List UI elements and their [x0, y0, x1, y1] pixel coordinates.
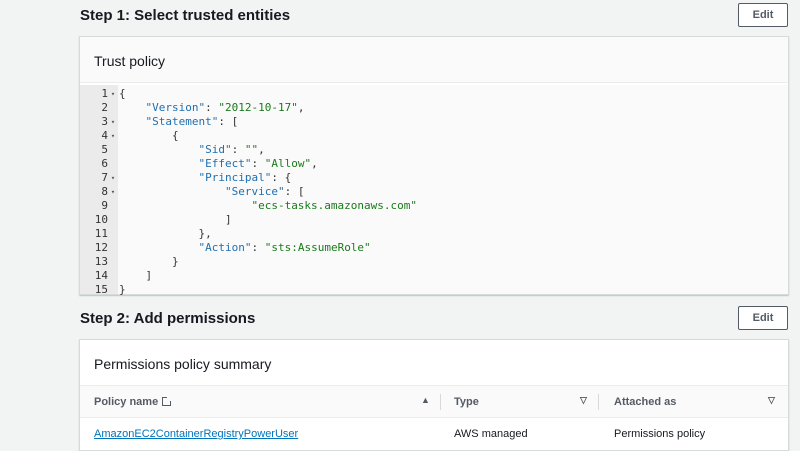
- line-number: 6: [101, 157, 108, 170]
- line-number: 10: [94, 213, 108, 226]
- json-key: "Principal": [198, 171, 272, 184]
- json-punctuation: : [: [218, 115, 239, 128]
- code-text: "Sid": "",: [119, 143, 265, 157]
- step2-edit-button[interactable]: Edit: [738, 306, 788, 330]
- step2-title: Step 2: Add permissions: [80, 310, 256, 327]
- policy-name-link[interactable]: AmazonEC2ContainerRegistryPowerUser: [94, 428, 298, 440]
- table-row: AmazonEC2ContainerRegistryPowerUser AWS …: [80, 419, 788, 449]
- trust-policy-card: Trust policy 1 ▾{2 "Version": "2012-10-17…: [79, 36, 789, 297]
- column-type[interactable]: Type: [454, 396, 479, 408]
- permissions-summary-header: Permissions policy summary: [80, 340, 788, 386]
- code-text: "Effect": "Allow",: [119, 157, 318, 171]
- json-key: "Sid": [198, 143, 232, 156]
- json-key: "Service": [224, 185, 285, 198]
- line-number: 12: [94, 241, 108, 254]
- line-number: 4: [101, 129, 108, 142]
- json-punctuation: [119, 143, 198, 156]
- line-number: 3: [101, 115, 108, 128]
- fold-caret-icon[interactable]: ▾: [108, 185, 118, 199]
- column-divider: [440, 394, 441, 410]
- json-key: "Statement": [145, 115, 219, 128]
- code-text: "Statement": [: [119, 115, 239, 129]
- json-string: "2012-10-17": [218, 101, 298, 114]
- json-punctuation: [119, 171, 198, 184]
- json-punctuation: {: [119, 129, 179, 142]
- json-punctuation: {: [119, 87, 126, 100]
- code-text: "ecs-tasks.amazonaws.com": [119, 199, 417, 213]
- json-punctuation: }: [119, 255, 179, 268]
- code-text: "Service": [: [119, 185, 304, 199]
- json-punctuation: }: [119, 283, 126, 296]
- json-punctuation: ,: [258, 143, 265, 156]
- json-punctuation: : {: [271, 171, 292, 184]
- sort-up-icon[interactable]: ▲: [421, 395, 430, 405]
- line-number: 5: [101, 143, 108, 156]
- line-number: 7: [101, 171, 108, 184]
- sort-down-icon[interactable]: ▽: [768, 395, 775, 406]
- json-punctuation: ,: [311, 157, 318, 170]
- json-punctuation: [119, 157, 198, 170]
- column-policy-name[interactable]: Policy name: [94, 396, 173, 408]
- permissions-table-header: Policy name ▲ Type ▽ Attached as ▽: [80, 386, 788, 418]
- json-punctuation: : [: [284, 185, 305, 198]
- column-divider: [598, 394, 599, 410]
- json-key: "Action": [198, 241, 252, 254]
- fold-caret-icon[interactable]: ▾: [108, 87, 118, 101]
- json-punctuation: :: [251, 157, 265, 170]
- json-punctuation: [119, 101, 146, 114]
- code-text: "Version": "2012-10-17",: [119, 101, 305, 115]
- trust-policy-editor[interactable]: 1 ▾{2 "Version": "2012-10-17", 3 ▾ "Stateme…: [80, 85, 788, 297]
- json-punctuation: :: [231, 143, 245, 156]
- json-string: "ecs-tasks.amazonaws.com": [251, 199, 418, 212]
- code-text: },: [119, 227, 212, 241]
- step1-title: Step 1: Select trusted entities: [80, 7, 291, 24]
- json-punctuation: ]: [119, 269, 153, 282]
- json-punctuation: [119, 241, 198, 254]
- code-text: ]: [119, 269, 152, 283]
- json-key: "Effect": [198, 157, 252, 170]
- code-text: {: [119, 87, 126, 101]
- json-punctuation: [119, 115, 146, 128]
- json-punctuation: :: [205, 101, 219, 114]
- trust-policy-header: Trust policy: [80, 37, 788, 83]
- json-punctuation: ]: [119, 213, 232, 226]
- column-attached-as[interactable]: Attached as: [614, 396, 676, 408]
- permissions-summary-card: Permissions policy summary Policy name ▲…: [79, 339, 789, 451]
- policy-type: AWS managed: [454, 428, 528, 440]
- line-number: 15: [94, 283, 108, 296]
- code-text: ]: [119, 213, 232, 227]
- fold-caret-icon[interactable]: ▾: [108, 115, 118, 129]
- code-text: {: [119, 129, 179, 143]
- json-punctuation: },: [119, 227, 212, 240]
- json-string: "Allow": [264, 157, 312, 170]
- json-punctuation: [119, 185, 225, 198]
- code-text: "Principal": {: [119, 171, 291, 185]
- json-key: "Version": [145, 101, 206, 114]
- code-text: }: [119, 255, 179, 269]
- column-policy-name-label: Policy name: [94, 396, 159, 408]
- code-text: }: [119, 283, 126, 297]
- line-number: 11: [94, 227, 108, 240]
- json-punctuation: :: [251, 241, 265, 254]
- line-number: 1: [101, 87, 108, 100]
- line-number: 13: [94, 255, 108, 268]
- step1-edit-button[interactable]: Edit: [738, 3, 788, 27]
- line-number: 14: [94, 269, 108, 282]
- line-number: 9: [101, 199, 108, 212]
- line-number: 8: [101, 185, 108, 198]
- json-punctuation: [119, 199, 251, 212]
- fold-caret-icon[interactable]: ▾: [108, 171, 118, 185]
- json-string: "sts:AssumeRole": [264, 241, 371, 254]
- json-string: "": [244, 143, 259, 156]
- policy-attached-as: Permissions policy: [614, 428, 706, 440]
- external-link-icon: [162, 396, 173, 406]
- code-text: "Action": "sts:AssumeRole": [119, 241, 371, 255]
- fold-caret-icon[interactable]: ▾: [108, 129, 118, 143]
- json-punctuation: ,: [297, 101, 305, 114]
- line-number: 2: [101, 101, 108, 114]
- sort-down-icon[interactable]: ▽: [580, 395, 587, 406]
